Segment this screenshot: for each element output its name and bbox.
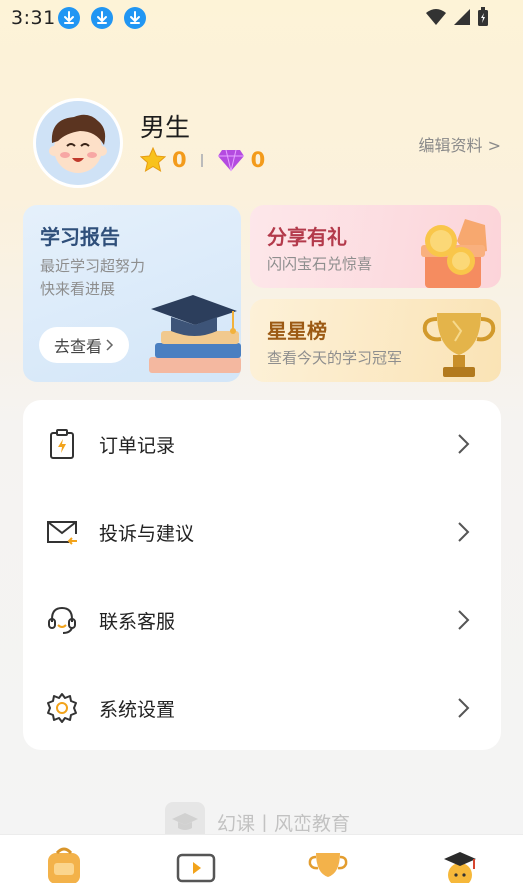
- tab-video-icon[interactable]: [174, 847, 218, 883]
- status-bar: 3:31: [0, 0, 523, 36]
- headset-icon: [48, 606, 76, 634]
- gift-coins-icon: [421, 219, 487, 288]
- stats-row: 0 0: [140, 146, 265, 174]
- tab-backpack-icon[interactable]: [42, 847, 86, 883]
- menu-item-orders[interactable]: 订单记录: [23, 400, 501, 488]
- tab-profile-graduate-icon[interactable]: [438, 847, 482, 883]
- edit-profile-label: 编辑资料 >: [418, 136, 502, 155]
- download-icon: [58, 7, 80, 29]
- battery-icon: [478, 7, 488, 26]
- menu-list: 订单记录 投诉与建议 联系客服 系统设置: [23, 400, 501, 750]
- avatar[interactable]: [33, 98, 123, 188]
- gem-icon: [217, 149, 244, 172]
- card-subtitle: 最近学习超努力: [40, 257, 146, 275]
- view-report-label: 去查看: [53, 337, 102, 356]
- menu-item-feedback[interactable]: 投诉与建议: [23, 488, 501, 576]
- chevron-right-icon: [106, 339, 114, 351]
- download-icon: [91, 7, 113, 29]
- menu-label: 系统设置: [99, 698, 176, 721]
- chevron-right-icon: [458, 698, 470, 718]
- gear-icon: [47, 693, 77, 723]
- menu-label: 订单记录: [99, 434, 176, 457]
- menu-item-customer-service[interactable]: 联系客服: [23, 576, 501, 664]
- books-cap-icon: [149, 295, 241, 373]
- stars-count: 0: [172, 148, 187, 172]
- bottom-nav: [0, 834, 523, 883]
- menu-label: 投诉与建议: [99, 522, 195, 545]
- card-subtitle: 闪闪宝石兑惊喜: [267, 255, 373, 273]
- star-ranking-card[interactable]: 星星榜 查看今天的学习冠军: [250, 299, 501, 382]
- wifi-icon: [426, 9, 446, 25]
- star-icon: [140, 147, 166, 173]
- card-title: 星星榜: [267, 319, 327, 343]
- card-title: 学习报告: [40, 225, 120, 249]
- view-report-button[interactable]: 去查看: [39, 327, 129, 363]
- card-subtitle: 查看今天的学习冠军: [267, 349, 403, 367]
- learning-report-card[interactable]: 学习报告 最近学习超努力 快来看进展 去查看: [23, 205, 241, 382]
- trophy-icon: [422, 313, 496, 377]
- tab-trophy-icon[interactable]: [306, 847, 350, 883]
- card-subtitle: 快来看进展: [40, 280, 116, 298]
- menu-label: 联系客服: [99, 610, 176, 633]
- gems-count: 0: [250, 148, 266, 172]
- brand-text: 幻课丨风峦教育: [217, 812, 351, 835]
- menu-item-settings[interactable]: 系统设置: [23, 664, 501, 752]
- share-gift-card[interactable]: 分享有礼 闪闪宝石兑惊喜: [250, 205, 501, 288]
- chevron-right-icon: [458, 610, 470, 630]
- chevron-right-icon: [458, 434, 470, 454]
- divider: [200, 153, 203, 167]
- username: 男生: [140, 113, 191, 142]
- status-time: 3:31: [11, 7, 56, 29]
- card-title: 分享有礼: [267, 225, 347, 249]
- edit-profile-link[interactable]: 编辑资料 >: [419, 132, 502, 156]
- order-clipboard-icon: [50, 429, 74, 459]
- mail-feedback-icon: [47, 521, 77, 545]
- download-icon: [124, 7, 146, 29]
- signal-icon: [454, 9, 470, 25]
- chevron-right-icon: [458, 522, 470, 542]
